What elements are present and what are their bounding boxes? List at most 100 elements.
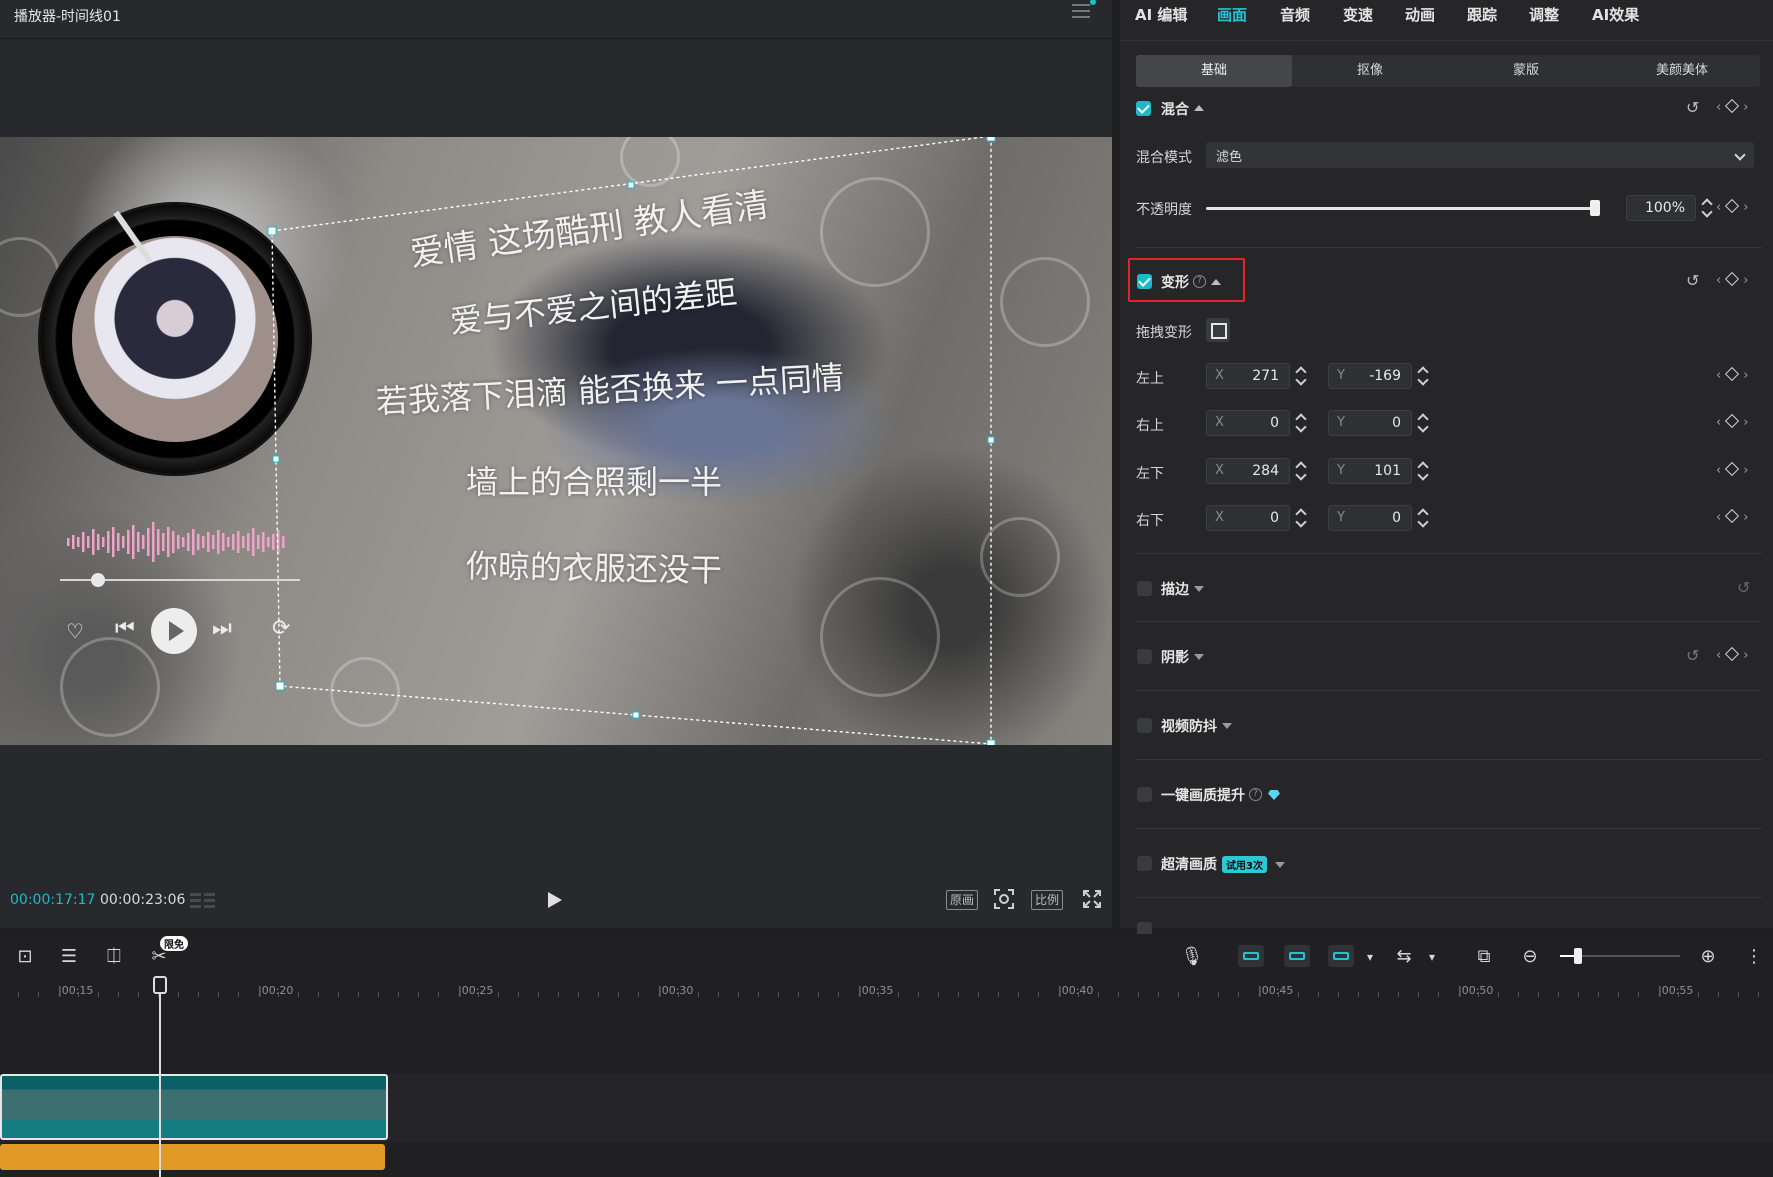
tab-adjust[interactable]: 调整 bbox=[1529, 4, 1559, 25]
super-resolution-checkbox[interactable] bbox=[1137, 856, 1152, 871]
top-left-y-input[interactable]: Y -169 bbox=[1328, 363, 1412, 389]
expand-icon[interactable] bbox=[1194, 586, 1204, 592]
quality-boost-checkbox[interactable] bbox=[1137, 787, 1152, 802]
menu-icon[interactable] bbox=[1072, 0, 1096, 18]
zoom-in-icon[interactable]: ⊕ bbox=[1696, 946, 1720, 968]
edge-handle-bottom[interactable] bbox=[632, 711, 640, 719]
bottom-left-x-input[interactable]: X 284 bbox=[1206, 458, 1290, 484]
opacity-slider[interactable] bbox=[1206, 207, 1596, 210]
microphone-icon[interactable]: 🎙 bbox=[1180, 946, 1204, 968]
collapse-icon[interactable] bbox=[1194, 105, 1204, 111]
tab-speed[interactable]: 变速 bbox=[1343, 4, 1373, 25]
select-tool-icon[interactable]: ⊡ bbox=[13, 946, 37, 968]
tab-tracking[interactable]: 跟踪 bbox=[1467, 4, 1497, 25]
expand-icon[interactable] bbox=[1275, 862, 1285, 868]
drag-transform-icon[interactable] bbox=[1206, 318, 1230, 342]
play-button[interactable] bbox=[548, 892, 562, 908]
tab-audio[interactable]: 音频 bbox=[1280, 4, 1310, 25]
transform-checkbox[interactable] bbox=[1137, 274, 1152, 289]
help-icon[interactable]: ? bbox=[1193, 275, 1206, 288]
main-track-link-icon[interactable] bbox=[1238, 945, 1264, 967]
time-ruler[interactable]: |00:15 |00:20 |00:25 |00:30 |00:35 |00:40 |00:… bbox=[0, 978, 1773, 1004]
opacity-stepper[interactable] bbox=[1700, 195, 1716, 221]
edge-handle-right[interactable] bbox=[987, 436, 995, 444]
preview-canvas[interactable]: ♡ ⏮ ⏭ ⟳ 爱情 这场酷刑 教人看清 爱与不爱之间的差距 若我落下泪滴 能否… bbox=[0, 137, 1112, 745]
stroke-checkbox[interactable] bbox=[1137, 581, 1152, 596]
top-left-x-input[interactable]: X 271 bbox=[1206, 363, 1290, 389]
zoom-out-icon[interactable]: ⊖ bbox=[1518, 946, 1542, 968]
reset-icon[interactable]: ↺ bbox=[1737, 580, 1753, 596]
subtab-beauty[interactable]: 美颜美体 bbox=[1604, 55, 1760, 87]
fit-timeline-icon[interactable]: ⧉ bbox=[1472, 946, 1496, 968]
tab-picture[interactable]: 画面 bbox=[1217, 4, 1247, 25]
more-options-icon[interactable]: ⋮ bbox=[1742, 946, 1766, 968]
reset-icon[interactable]: ↺ bbox=[1686, 273, 1702, 289]
collapse-icon[interactable] bbox=[1211, 279, 1221, 285]
subtab-basic[interactable]: 基础 bbox=[1136, 55, 1292, 87]
corner-handle-top-left[interactable] bbox=[267, 226, 277, 236]
subtab-mask[interactable]: 蒙版 bbox=[1448, 55, 1604, 87]
reset-icon[interactable]: ↺ bbox=[1686, 648, 1702, 664]
tab-ai-effects[interactable]: AI效果 bbox=[1592, 4, 1639, 25]
video-clip[interactable] bbox=[0, 1074, 388, 1140]
bottom-right-y-stepper[interactable] bbox=[1416, 505, 1432, 531]
tab-ai-edit[interactable]: AI 编辑 bbox=[1135, 4, 1187, 25]
top-right-x-input[interactable]: X0 bbox=[1206, 410, 1290, 436]
edge-handle-left[interactable] bbox=[272, 455, 280, 463]
corner-handle-top-right[interactable] bbox=[986, 137, 996, 142]
add-text-icon[interactable]: ☰ bbox=[57, 946, 81, 968]
playhead-handle[interactable] bbox=[153, 976, 167, 994]
subtab-cutout[interactable]: 抠像 bbox=[1292, 55, 1448, 87]
opacity-input[interactable]: 100% bbox=[1626, 195, 1696, 221]
ruler-tick bbox=[198, 992, 199, 997]
waveform-bar bbox=[107, 531, 110, 553]
playhead[interactable] bbox=[159, 978, 161, 1177]
keyframe-control[interactable]: ‹ › bbox=[1716, 198, 1756, 216]
keyframe-control[interactable]: ‹ › bbox=[1716, 366, 1756, 384]
bottom-right-x-input[interactable]: X0 bbox=[1206, 505, 1290, 531]
keyframe-control[interactable]: ‹ › bbox=[1716, 646, 1756, 664]
split-icon[interactable]: ⎅ bbox=[102, 946, 126, 968]
fullscreen-icon[interactable] bbox=[1081, 888, 1103, 910]
reset-icon[interactable]: ↺ bbox=[1686, 100, 1702, 116]
blend-checkbox[interactable] bbox=[1136, 101, 1151, 116]
shadow-checkbox[interactable] bbox=[1137, 649, 1152, 664]
grid-view-icon[interactable] bbox=[190, 892, 216, 910]
bottom-right-y-input[interactable]: Y0 bbox=[1328, 505, 1412, 531]
keyframe-control[interactable]: ‹ › bbox=[1716, 461, 1756, 479]
chevron-down-icon[interactable]: ▾ bbox=[1420, 946, 1444, 968]
chevron-down-icon[interactable]: ▾ bbox=[1358, 946, 1382, 968]
bottom-left-y-input[interactable]: Y 101 bbox=[1328, 458, 1412, 484]
corner-handle-bottom-left[interactable] bbox=[275, 681, 285, 691]
stabilize-checkbox[interactable] bbox=[1137, 718, 1152, 733]
top-right-y-stepper[interactable] bbox=[1416, 410, 1432, 436]
zoom-slider-knob[interactable] bbox=[1574, 948, 1582, 964]
auto-snap-icon[interactable] bbox=[1284, 945, 1310, 967]
bottom-left-y-stepper[interactable] bbox=[1416, 458, 1432, 484]
top-right-y-input[interactable]: Y0 bbox=[1328, 410, 1412, 436]
top-left-x-stepper[interactable] bbox=[1294, 363, 1310, 389]
top-right-x-stepper[interactable] bbox=[1294, 410, 1310, 436]
edge-handle-top[interactable] bbox=[627, 181, 635, 189]
keyframe-control[interactable]: ‹ › bbox=[1716, 413, 1756, 431]
opacity-slider-knob[interactable] bbox=[1590, 200, 1600, 216]
original-quality-button[interactable]: 原画 bbox=[946, 890, 979, 910]
help-icon[interactable]: ? bbox=[1249, 788, 1262, 801]
expand-icon[interactable] bbox=[1222, 723, 1232, 729]
top-left-y-stepper[interactable] bbox=[1416, 363, 1432, 389]
preview-axis-icon[interactable]: ⇆ bbox=[1392, 946, 1416, 968]
keyframe-control[interactable]: ‹ › bbox=[1716, 508, 1756, 526]
bottom-left-x-stepper[interactable] bbox=[1294, 458, 1310, 484]
ruler-tick bbox=[1118, 992, 1119, 997]
linkage-icon[interactable] bbox=[1328, 945, 1354, 967]
audio-clip[interactable] bbox=[0, 1144, 385, 1170]
corner-handle-bottom-right[interactable] bbox=[986, 739, 996, 745]
tab-animation[interactable]: 动画 bbox=[1405, 4, 1435, 25]
screenshot-icon[interactable] bbox=[993, 888, 1015, 910]
keyframe-control[interactable]: ‹ › bbox=[1716, 98, 1756, 116]
keyframe-control[interactable]: ‹ › bbox=[1716, 271, 1756, 289]
ratio-button[interactable]: 比例 bbox=[1031, 890, 1064, 910]
blend-mode-select[interactable]: 滤色 bbox=[1206, 142, 1754, 168]
bottom-right-x-stepper[interactable] bbox=[1294, 505, 1310, 531]
expand-icon[interactable] bbox=[1194, 654, 1204, 660]
